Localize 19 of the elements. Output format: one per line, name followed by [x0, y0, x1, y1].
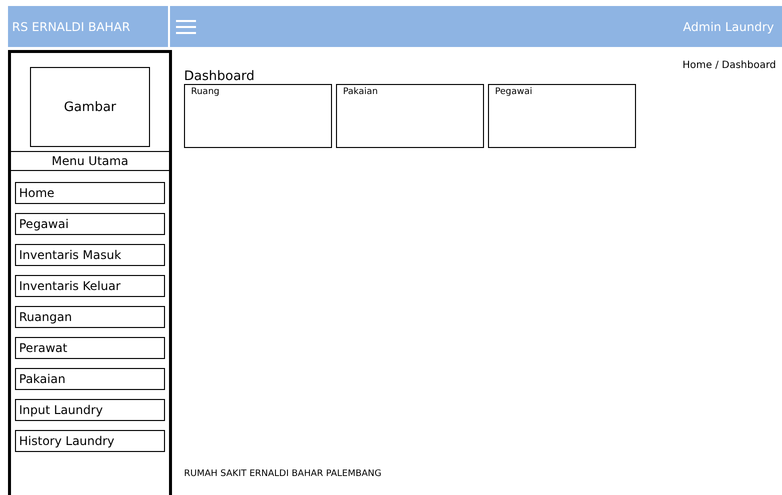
menu-item[interactable]: Home	[15, 182, 165, 204]
stat-card: Pegawai	[488, 84, 636, 148]
menu-item[interactable]: Pakaian	[15, 368, 165, 390]
menu-item[interactable]: Ruangan	[15, 306, 165, 328]
stat-card: Pakaian	[336, 84, 484, 148]
footer-text: RUMAH SAKIT ERNALDI BAHAR PALEMBANG	[184, 469, 383, 481]
page-title: Dashboard	[184, 69, 255, 84]
brand-name: RS ERNALDI BAHAR	[12, 20, 130, 34]
menu-item[interactable]: History Laundry	[15, 430, 165, 452]
menu-item[interactable]: Inventaris Keluar	[15, 275, 165, 297]
menu-item[interactable]: Input Laundry	[15, 399, 165, 421]
menu-icon[interactable]	[176, 18, 196, 34]
image-label: Gambar	[64, 100, 116, 114]
stat-card: Ruang	[184, 84, 332, 148]
menu-item[interactable]: Inventaris Masuk	[15, 244, 165, 266]
menu-item[interactable]: Perawat	[15, 337, 165, 359]
breadcrumb: Home / Dashboard	[682, 60, 776, 71]
menu-title: Menu Utama	[11, 151, 169, 171]
menu-item[interactable]: Pegawai	[15, 213, 165, 235]
